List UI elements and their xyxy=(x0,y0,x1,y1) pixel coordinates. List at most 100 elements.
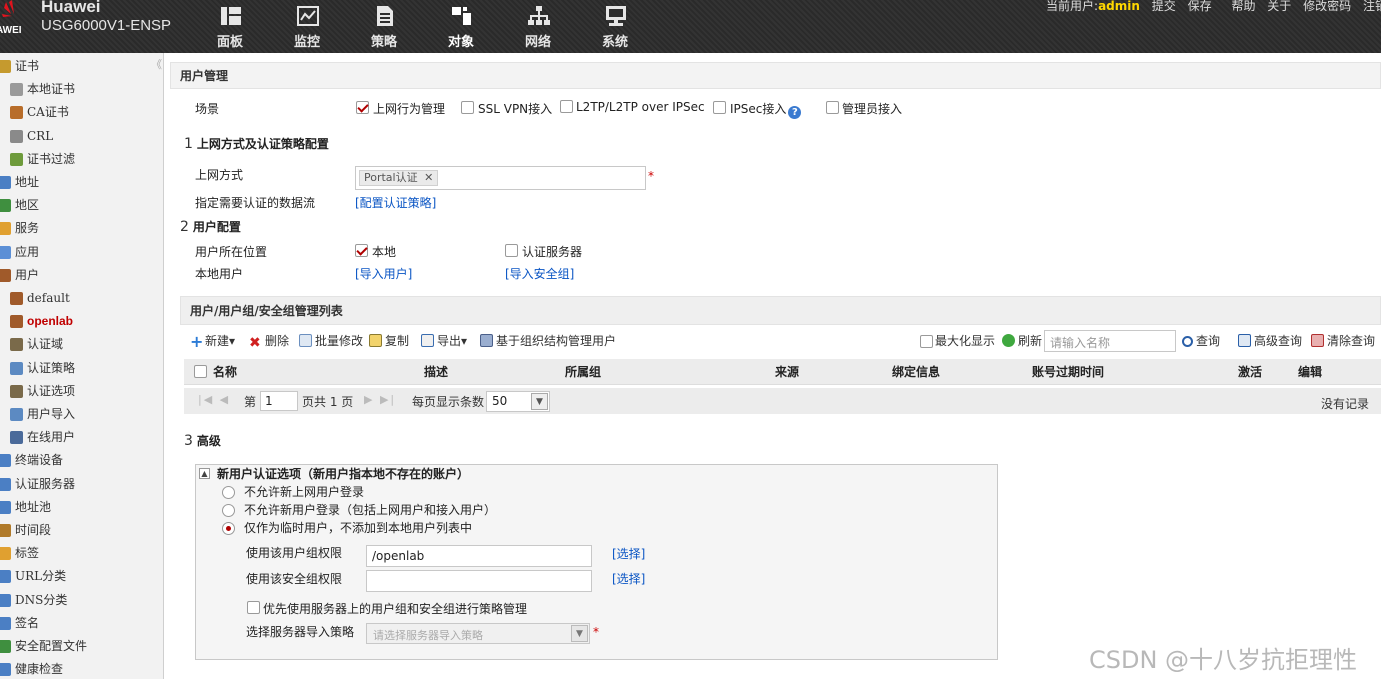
sidebar-item-icon xyxy=(10,106,23,120)
copy-button[interactable]: 复制 xyxy=(369,333,409,349)
help-link[interactable]: 帮助 xyxy=(1231,0,1255,13)
scene-ssl-vpn-checkbox[interactable] xyxy=(461,101,474,114)
sidebar-item-label: URL分类 xyxy=(15,569,67,584)
nav-policy[interactable]: 策略 xyxy=(356,0,412,53)
sidebar-item-icon xyxy=(0,500,11,514)
policy-icon xyxy=(377,6,393,26)
column-description[interactable]: 描述 xyxy=(424,359,448,385)
chevron-down-icon: ▼ xyxy=(571,625,588,642)
batch-edit-icon xyxy=(299,334,312,347)
column-expire[interactable]: 账号过期时间 xyxy=(1032,359,1104,385)
per-page-select[interactable]: 50 ▼ xyxy=(486,391,550,412)
advanced-search-icon xyxy=(1238,334,1251,347)
config-auth-policy-link[interactable]: [配置认证策略] xyxy=(355,195,436,211)
sidebar-item-label: 应用 xyxy=(15,244,40,259)
security-group-permission-input[interactable] xyxy=(366,570,592,592)
column-edit[interactable]: 编辑 xyxy=(1298,359,1322,385)
scene-web-behavior-checkbox[interactable] xyxy=(356,101,369,114)
batch-edit-button[interactable]: 批量修改 xyxy=(299,333,363,349)
import-security-group-link[interactable]: [导入安全组] xyxy=(505,266,574,282)
clear-query-button[interactable]: 清除查询 xyxy=(1311,333,1375,349)
org-users-icon xyxy=(480,334,493,347)
scene-admin-checkbox[interactable] xyxy=(826,101,839,114)
auth-server-checkbox[interactable] xyxy=(505,244,518,257)
sidebar-item-label: 地址池 xyxy=(15,499,52,514)
sidebar-item-label: CRL xyxy=(27,128,54,143)
import-policy-select[interactable]: 请选择服务器导入策略 ▼ xyxy=(366,623,590,644)
radio-deny-all-users[interactable] xyxy=(222,504,235,517)
pager: |◀ ◀ 第 1 页共 1 页 ▶ ▶| 每页显示条数 50 ▼ 没有记录 xyxy=(184,388,1381,414)
maximize-checkbox[interactable] xyxy=(920,335,933,348)
sidebar-item-icon xyxy=(0,176,11,189)
column-group[interactable]: 所属组 xyxy=(565,359,601,385)
security-group-permission-label: 使用该安全组权限 xyxy=(246,572,343,586)
export-icon xyxy=(421,334,434,347)
sidebar-item-label: 认证服务器 xyxy=(15,476,76,491)
remove-tag-icon[interactable]: ✕ xyxy=(424,171,433,184)
huawei-logo-icon xyxy=(2,0,14,17)
sidebar-item-icon xyxy=(0,593,11,607)
portal-auth-tag: Portal认证 ✕ xyxy=(359,170,439,186)
logout-link[interactable]: 注销 xyxy=(1363,0,1381,13)
group-permission-input[interactable]: /openlab xyxy=(366,545,592,567)
delete-button[interactable]: ✖ 删除 xyxy=(249,333,289,350)
first-prev-page-icon[interactable]: |◀ ◀ xyxy=(198,393,230,406)
top-header: AWEI Huawei USG6000V1-ENSP 面板 监控 策略 对象 网… xyxy=(0,0,1381,53)
scene-ipsec-checkbox[interactable] xyxy=(713,101,726,114)
scene-ipsec-label: IPSec接入? xyxy=(730,101,802,119)
select-group-link[interactable]: [选择] xyxy=(612,546,645,562)
about-link[interactable]: 关于 xyxy=(1267,0,1291,13)
column-active[interactable]: 激活 xyxy=(1238,359,1262,385)
radio-temp-user[interactable] xyxy=(222,522,235,535)
sidebar-item-icon xyxy=(0,222,11,236)
select-all-checkbox[interactable] xyxy=(194,365,207,378)
brand-name: Huawei xyxy=(41,0,101,16)
commit-link[interactable]: 提交 xyxy=(1152,0,1176,13)
sidebar-item-icon xyxy=(10,83,23,97)
sidebar-item-label: openlab xyxy=(27,314,74,329)
sidebar-item-label: 健康检查 xyxy=(15,662,64,677)
radio-deny-web-users[interactable] xyxy=(222,486,235,499)
import-user-link[interactable]: [导入用户] xyxy=(355,266,412,282)
nav-monitor[interactable]: 监控 xyxy=(279,0,335,53)
group-permission-label: 使用该用户组权限 xyxy=(246,546,343,560)
local-checkbox[interactable] xyxy=(355,244,368,257)
scene-admin-label: 管理员接入 xyxy=(842,102,903,116)
nav-network[interactable]: 网络 xyxy=(510,0,566,53)
save-link[interactable]: 保存 xyxy=(1188,0,1212,13)
sidebar-item-icon xyxy=(10,384,23,398)
select-security-group-link[interactable]: [选择] xyxy=(612,571,645,587)
access-method-field[interactable]: Portal认证 ✕ xyxy=(355,166,646,190)
nav-system[interactable]: 系统 xyxy=(587,0,643,53)
column-name[interactable]: 名称 xyxy=(213,359,237,385)
advanced-query-button[interactable]: 高级查询 xyxy=(1238,333,1302,349)
column-binding[interactable]: 绑定信息 xyxy=(892,359,940,385)
search-input[interactable]: 请输入名称 xyxy=(1044,330,1176,352)
sidebar-item-icon xyxy=(10,315,23,329)
sidebar: 《 证书 本地证书 CA证书 CRL 证书过滤 地址 地区 服务 应用 用户 default open… xyxy=(0,53,164,679)
sidebar-item-icon xyxy=(10,338,23,352)
nav-monitor-label: 监控 xyxy=(293,35,320,50)
change-password-link[interactable]: 修改密码 xyxy=(1303,0,1351,13)
export-button[interactable]: 导出▾ xyxy=(421,333,467,349)
new-button[interactable]: + 新建▾ xyxy=(190,333,235,350)
collapse-sidebar-icon[interactable]: 《 xyxy=(151,56,162,72)
refresh-button[interactable]: 刷新 xyxy=(1002,333,1042,349)
page-input[interactable]: 1 xyxy=(260,391,298,411)
help-icon[interactable]: ? xyxy=(788,106,802,119)
column-source[interactable]: 来源 xyxy=(775,359,799,385)
next-last-page-icon[interactable]: ▶ ▶| xyxy=(364,393,396,406)
radio-deny-web-users-label: 不允许新上网用户登录 xyxy=(244,485,365,499)
nav-dashboard[interactable]: 面板 xyxy=(202,0,258,53)
collapse-panel-icon[interactable]: ▲ xyxy=(199,468,210,479)
monitor-icon xyxy=(297,6,319,26)
query-button[interactable]: 查询 xyxy=(1182,333,1220,349)
sidebar-item-icon xyxy=(0,524,11,537)
org-manage-button[interactable]: 基于组织结构管理用户 xyxy=(480,333,616,349)
list-title: 用户/用户组/安全组管理列表 xyxy=(180,296,1381,325)
prefer-server-groups-checkbox[interactable] xyxy=(247,601,260,614)
nav-object[interactable]: 对象 xyxy=(433,0,489,53)
copy-icon xyxy=(369,334,382,347)
scene-l2tp-checkbox[interactable] xyxy=(560,100,573,113)
sidebar-item-label: default xyxy=(27,291,70,305)
